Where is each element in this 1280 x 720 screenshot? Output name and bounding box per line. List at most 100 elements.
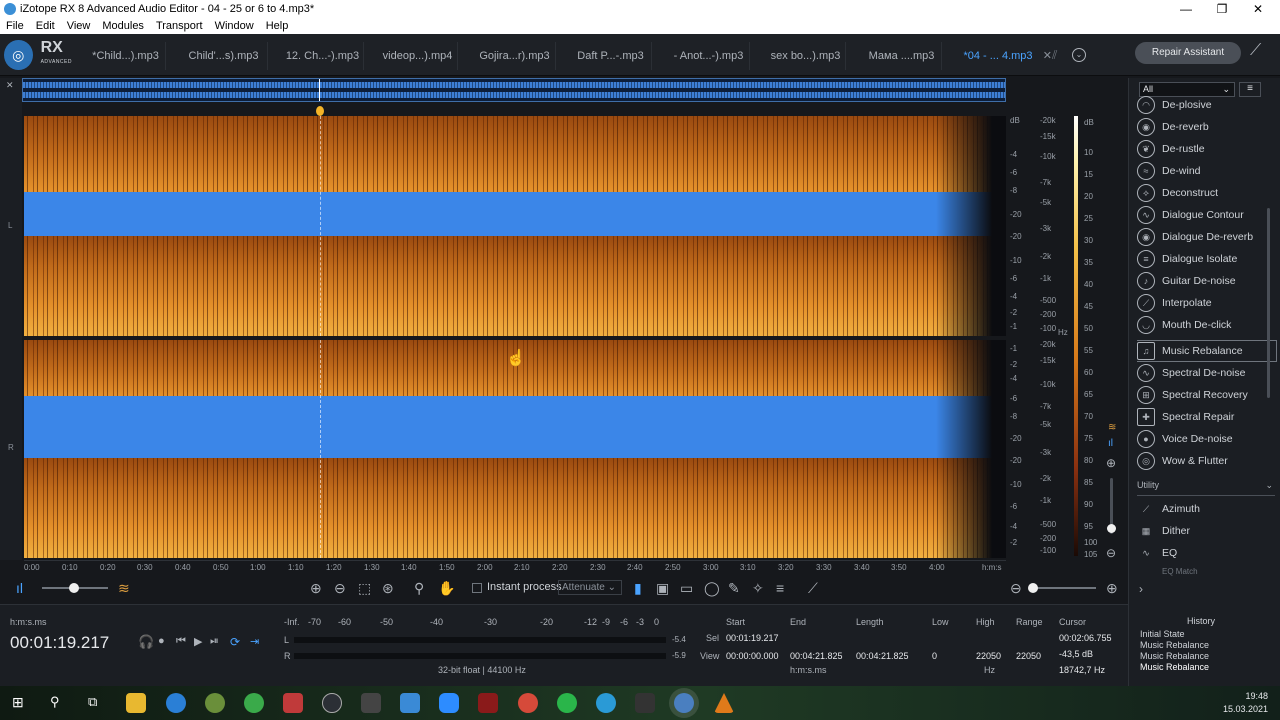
play-selection-icon[interactable]: ⏯ bbox=[210, 635, 219, 648]
minimize-button[interactable]: — bbox=[1168, 0, 1204, 18]
harmonic-selection-icon[interactable]: ≡ bbox=[776, 580, 784, 596]
telegram-icon[interactable] bbox=[596, 693, 616, 713]
module-azimuth[interactable]: ⟋ Azimuth bbox=[1137, 498, 1277, 520]
lasso-tool-icon[interactable]: ◯ bbox=[704, 580, 720, 597]
find-similar-icon[interactable]: ⟋ bbox=[808, 580, 818, 597]
loop-icon[interactable]: ⟳ bbox=[230, 635, 240, 649]
vpn-app-icon[interactable] bbox=[244, 693, 264, 713]
zoom-out-icon[interactable]: ⊖ bbox=[334, 580, 346, 597]
audio-app-icon[interactable] bbox=[635, 693, 655, 713]
view-end-value[interactable]: 00:04:21.825 bbox=[790, 651, 843, 661]
chrome-icon[interactable] bbox=[518, 693, 538, 713]
waveform-opacity-icon[interactable]: ıl bbox=[16, 580, 23, 596]
module-de-wind[interactable]: ≈ De-wind bbox=[1137, 160, 1277, 182]
tab-overflow-icon[interactable]: ⫽ bbox=[1052, 48, 1057, 63]
file-tab[interactable]: videop...).mp4 bbox=[378, 42, 458, 70]
previous-icon[interactable]: ⏮ bbox=[176, 635, 186, 648]
sel-start-value[interactable]: 00:01:19.217 bbox=[726, 633, 779, 643]
module-de-rustle[interactable]: ❦ De-rustle bbox=[1137, 138, 1277, 160]
menu-edit[interactable]: Edit bbox=[30, 20, 61, 32]
module-dialogue-contour[interactable]: ∿ Dialogue Contour bbox=[1137, 204, 1277, 226]
file-tab-active[interactable]: *04 - ... 4.mp3 ✕ bbox=[958, 42, 1052, 70]
history-item[interactable]: Initial State bbox=[1140, 629, 1185, 639]
zoom-fit-icon[interactable]: ⊛ bbox=[382, 580, 394, 597]
file-tab[interactable]: - Anot...-).mp3 bbox=[668, 42, 750, 70]
module-de-reverb[interactable]: ◉ De-reverb bbox=[1137, 116, 1277, 138]
file-tab[interactable]: Child'...s).mp3 bbox=[180, 42, 268, 70]
zoom-in-horizontal-icon[interactable]: ⊕ bbox=[1106, 580, 1118, 597]
spectrogram-view-icon[interactable]: ≋ bbox=[1108, 422, 1116, 433]
system-clock[interactable]: 19:48 15.03.2021 bbox=[1223, 690, 1268, 716]
frequency-selection-icon[interactable]: ▣ bbox=[656, 580, 669, 597]
timeline-ruler[interactable]: 0:00 0:10 0:20 0:30 0:40 0:50 1:00 1:10 … bbox=[24, 560, 1006, 574]
range-value[interactable]: 22050 bbox=[1016, 651, 1041, 661]
file-tab[interactable]: 12. Ch...-).mp3 bbox=[282, 42, 364, 70]
expand-panel-chevron-icon[interactable]: › bbox=[1139, 582, 1143, 596]
spectrogram-left-channel[interactable] bbox=[24, 116, 1006, 336]
izotope-rx-taskbar-icon[interactable] bbox=[674, 693, 694, 713]
maximize-button[interactable]: ❐ bbox=[1204, 0, 1240, 18]
store-app-icon[interactable] bbox=[400, 693, 420, 713]
module-eq[interactable]: ∿ EQ bbox=[1137, 542, 1277, 564]
zoom-out-vertical-icon[interactable]: ⊖ bbox=[1106, 546, 1116, 560]
file-tab[interactable]: Daft P...-.mp3 bbox=[570, 42, 652, 70]
zoom-in-vertical-icon[interactable]: ⊕ bbox=[1106, 456, 1116, 470]
module-wow-flutter[interactable]: ◎ Wow & Flutter bbox=[1137, 450, 1277, 472]
play-icon[interactable]: ▶ bbox=[194, 635, 202, 648]
zoom-out-horizontal-icon[interactable]: ⊖ bbox=[1010, 580, 1022, 597]
module-music-rebalance[interactable]: ♫ Music Rebalance bbox=[1137, 340, 1277, 362]
repair-assistant-wand-icon[interactable]: ⟋ bbox=[1250, 42, 1261, 60]
steam-app-icon[interactable] bbox=[322, 693, 342, 713]
module-de-plosive[interactable]: ◠ De-plosive bbox=[1137, 94, 1277, 116]
module-voice-de-noise[interactable]: ● Voice De-noise bbox=[1137, 428, 1277, 450]
browser-app-icon[interactable] bbox=[205, 693, 225, 713]
vlc-icon[interactable] bbox=[714, 693, 734, 713]
search-icon[interactable]: ⚲ bbox=[50, 694, 60, 710]
collapse-overview-icon[interactable]: ✕ bbox=[6, 80, 14, 91]
piano-app-icon[interactable] bbox=[361, 693, 381, 713]
vertical-zoom-knob[interactable] bbox=[1107, 524, 1116, 533]
spectrogram-right-channel[interactable] bbox=[24, 340, 1006, 558]
menu-window[interactable]: Window bbox=[209, 20, 260, 32]
zoom-selection-icon[interactable]: ⬚ bbox=[358, 580, 371, 597]
hand-tool-icon[interactable]: ✋ bbox=[438, 580, 455, 597]
menu-help[interactable]: Help bbox=[260, 20, 295, 32]
time-frequency-selection-icon[interactable]: ▭ bbox=[680, 580, 693, 597]
instant-process-checkbox[interactable] bbox=[472, 583, 482, 593]
spectrogram-opacity-icon[interactable]: ≋ bbox=[118, 580, 130, 597]
start-windows-icon[interactable]: ⊞ bbox=[12, 694, 24, 711]
time-selection-icon[interactable]: ▮ bbox=[634, 580, 642, 597]
module-spectral-repair[interactable]: ✚ Spectral Repair bbox=[1137, 406, 1277, 428]
menu-file[interactable]: File bbox=[0, 20, 30, 32]
waveform-view-icon[interactable]: ıl bbox=[1108, 438, 1113, 449]
module-dialogue-de-reverb[interactable]: ◉ Dialogue De-reverb bbox=[1137, 226, 1277, 248]
module-eq-match[interactable]: EQ Match bbox=[1137, 566, 1277, 576]
menu-view[interactable]: View bbox=[61, 20, 97, 32]
low-value[interactable]: 0 bbox=[932, 651, 937, 661]
brush-tool-icon[interactable]: ✎ bbox=[728, 580, 740, 597]
module-dither[interactable]: ▦ Dither bbox=[1137, 520, 1277, 542]
attenuate-dropdown[interactable]: Attenuate ⌄ bbox=[558, 580, 622, 595]
history-item-current[interactable]: Music Rebalance bbox=[1140, 662, 1209, 672]
file-tab[interactable]: Мама ....mp3 bbox=[862, 42, 942, 70]
module-mouth-de-click[interactable]: ◡ Mouth De-click bbox=[1137, 314, 1277, 336]
module-list-scrollbar[interactable] bbox=[1267, 208, 1270, 398]
close-tab-icon[interactable]: ✕ bbox=[1043, 42, 1052, 70]
task-view-icon[interactable]: ⧉ bbox=[88, 694, 97, 710]
close-button[interactable]: ✕ bbox=[1240, 0, 1276, 18]
record-icon[interactable]: ● bbox=[158, 635, 165, 647]
module-interpolate[interactable]: ⟋ Interpolate bbox=[1137, 292, 1277, 314]
high-value[interactable]: 22050 bbox=[976, 651, 1001, 661]
file-tab[interactable]: *Child...).mp3 bbox=[86, 42, 166, 70]
module-guitar-de-noise[interactable]: ♪ Guitar De-noise bbox=[1137, 270, 1277, 292]
horizontal-zoom-slider[interactable] bbox=[1030, 587, 1096, 589]
horizontal-zoom-knob[interactable] bbox=[1028, 583, 1038, 593]
file-explorer-icon[interactable] bbox=[126, 693, 146, 713]
history-item[interactable]: Music Rebalance bbox=[1140, 651, 1209, 661]
waveform-overview[interactable] bbox=[22, 78, 1006, 102]
module-spectral-de-noise[interactable]: ∿ Spectral De-noise bbox=[1137, 362, 1277, 384]
scroll-follow-icon[interactable]: ⇥ bbox=[250, 635, 259, 648]
utility-section-header[interactable]: Utility ⌄ bbox=[1137, 480, 1275, 496]
menu-modules[interactable]: Modules bbox=[96, 20, 150, 32]
playhead-marker[interactable] bbox=[316, 106, 324, 116]
